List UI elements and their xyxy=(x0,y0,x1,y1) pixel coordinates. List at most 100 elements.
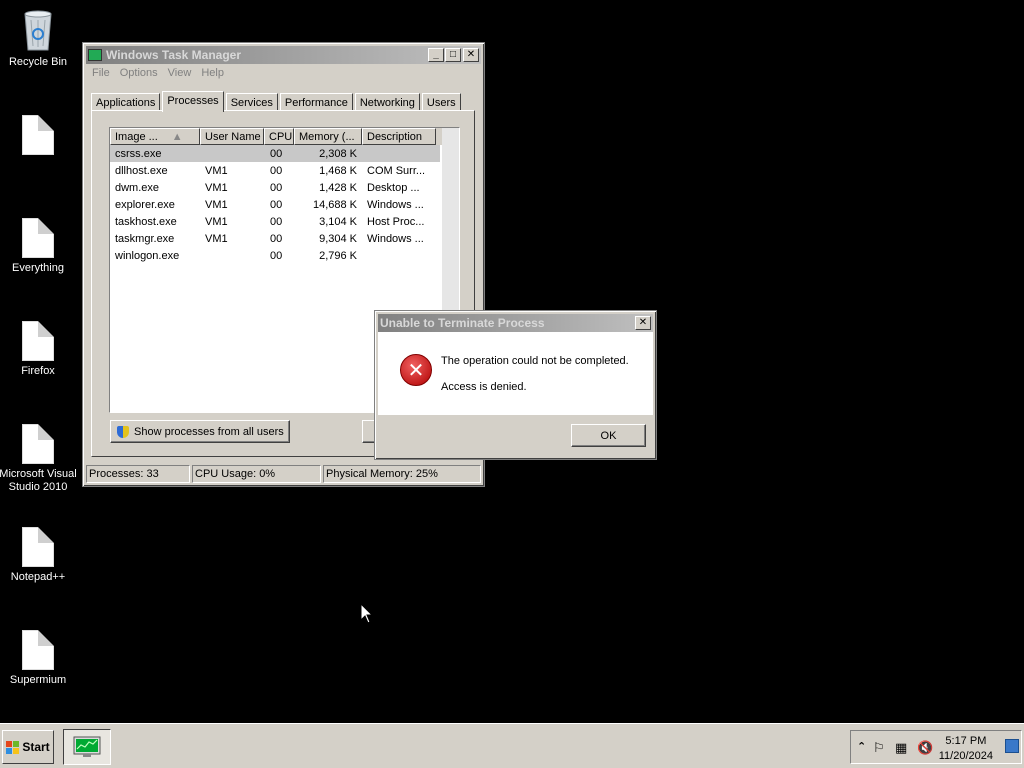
process-cpu: 00 xyxy=(270,249,283,262)
process-cpu: 00 xyxy=(270,181,283,194)
process-rows: csrss.exe 00 2,308 K dllhost.exe VM1 00 1,468 … xyxy=(110,145,459,264)
process-memory: 2,308 K xyxy=(319,147,357,160)
process-user-name: VM1 xyxy=(205,198,228,211)
desktop-icon-unnamed[interactable] xyxy=(0,115,78,159)
tab-networking[interactable]: Networking xyxy=(354,93,420,111)
network-icon[interactable]: ▦ xyxy=(895,740,907,756)
desktop-icon-supermium[interactable]: Supermium xyxy=(0,630,78,687)
minimize-icon: _ xyxy=(433,49,439,60)
taskbar: Start ⌃ ⚐ ▦ 🔇 5:17 PM 11/20/2024 xyxy=(0,723,1024,768)
clock[interactable]: 5:17 PM 11/20/2024 xyxy=(939,734,993,764)
close-icon: ✕ xyxy=(638,317,648,328)
process-memory: 1,468 K xyxy=(319,164,357,177)
process-description: Desktop ... xyxy=(367,181,420,194)
document-icon xyxy=(22,424,54,464)
desktop-icon-label: Recycle Bin xyxy=(8,56,68,68)
process-image-name: taskhost.exe xyxy=(115,215,177,228)
show-desktop-icon[interactable] xyxy=(1005,739,1019,753)
status-bar: Processes: 33 CPU Usage: 0% Physical Mem… xyxy=(86,465,481,483)
menu-view[interactable]: View xyxy=(163,66,197,80)
maximize-button[interactable]: □ xyxy=(445,48,461,62)
start-button[interactable]: Start xyxy=(2,730,54,764)
process-list-header: Image ... ▲ User Name CPU Memory (... Des… xyxy=(110,128,459,145)
process-user-name: VM1 xyxy=(205,232,228,245)
process-memory: 1,428 K xyxy=(319,181,357,194)
process-image-name: explorer.exe xyxy=(115,198,175,211)
desktop-icon-notepad-plus-plus[interactable]: Notepad++ xyxy=(0,527,78,584)
process-description: Windows ... xyxy=(367,198,424,211)
desktop-icon-label: Firefox xyxy=(21,365,55,377)
menu-options[interactable]: Options xyxy=(115,66,163,80)
mouse-cursor-icon xyxy=(360,603,374,624)
process-image-name: dllhost.exe xyxy=(115,164,168,177)
desktop-icon-label: Everything xyxy=(12,262,64,274)
column-description[interactable]: Description xyxy=(362,128,436,145)
process-cpu: 00 xyxy=(270,147,283,160)
task-manager-icon xyxy=(73,736,101,757)
process-cpu: 00 xyxy=(270,215,283,228)
action-center-flag-icon[interactable]: ⚐ xyxy=(873,740,885,756)
process-memory: 9,304 K xyxy=(319,232,357,245)
ok-button[interactable]: OK xyxy=(571,424,646,447)
dialog-close-button[interactable]: ✕ xyxy=(635,316,651,330)
close-icon: ✕ xyxy=(466,49,476,60)
process-row[interactable]: dwm.exe VM1 00 1,428 K Desktop ... xyxy=(110,179,459,196)
desktop-icon-firefox[interactable]: Firefox xyxy=(0,321,78,378)
system-tray: ⌃ ⚐ ▦ 🔇 5:17 PM 11/20/2024 xyxy=(850,730,1022,764)
process-row[interactable]: taskhost.exe VM1 00 3,104 K Host Proc... xyxy=(110,213,459,230)
process-row[interactable]: winlogon.exe 00 2,796 K xyxy=(110,247,459,264)
process-row[interactable]: dllhost.exe VM1 00 1,468 K COM Surr... xyxy=(110,162,459,179)
process-cpu: 00 xyxy=(270,232,283,245)
column-image-name[interactable]: Image ... ▲ xyxy=(110,128,200,145)
tab-services[interactable]: Services xyxy=(225,93,278,111)
process-description: Windows ... xyxy=(367,232,424,245)
process-image-name: taskmgr.exe xyxy=(115,232,175,245)
menu-bar: File Options View Help xyxy=(83,64,484,82)
volume-muted-icon[interactable]: 🔇 xyxy=(917,740,933,756)
windows-logo-icon xyxy=(6,740,20,754)
process-description: Host Proc... xyxy=(367,215,425,228)
tab-users[interactable]: Users xyxy=(421,93,461,111)
document-icon xyxy=(22,527,54,567)
minimize-button[interactable]: _ xyxy=(428,48,444,62)
process-image-name: csrss.exe xyxy=(115,147,162,160)
task-manager-icon xyxy=(88,49,102,61)
error-dialog: Unable to Terminate Process ✕ ✕ The oper… xyxy=(374,310,657,460)
dialog-body: ✕ The operation could not be completed. … xyxy=(378,332,653,415)
status-processes: Processes: 33 xyxy=(86,465,190,483)
error-detail: Access is denied. xyxy=(441,381,527,393)
window-title: Windows Task Manager xyxy=(106,48,242,62)
process-row[interactable]: taskmgr.exe VM1 00 9,304 K Windows ... xyxy=(110,230,459,247)
close-button[interactable]: ✕ xyxy=(463,48,479,62)
column-user-name[interactable]: User Name xyxy=(200,128,264,145)
menu-help[interactable]: Help xyxy=(196,66,229,80)
dialog-title: Unable to Terminate Process xyxy=(380,316,545,330)
document-icon xyxy=(22,630,54,670)
process-user-name: VM1 xyxy=(205,181,228,194)
taskbar-item-task-manager[interactable] xyxy=(63,729,111,765)
desktop-icon-visual-studio[interactable]: Microsoft Visual Studio 2010 xyxy=(0,424,78,494)
tab-applications[interactable]: Applications xyxy=(91,93,161,111)
process-user-name: VM1 xyxy=(205,215,228,228)
title-bar[interactable]: Windows Task Manager _ □ ✕ xyxy=(86,46,481,64)
process-row[interactable]: csrss.exe 00 2,308 K xyxy=(110,145,440,162)
process-cpu: 00 xyxy=(270,164,283,177)
clock-time: 5:17 PM xyxy=(945,735,987,747)
desktop-icon-label: Microsoft Visual Studio 2010 xyxy=(0,468,77,493)
column-memory[interactable]: Memory (... xyxy=(294,128,362,145)
tab-processes[interactable]: Processes xyxy=(162,91,224,112)
column-cpu[interactable]: CPU xyxy=(264,128,294,145)
show-hidden-icons-icon[interactable]: ⌃ xyxy=(857,740,866,753)
show-all-processes-button[interactable]: Show processes from all users xyxy=(110,420,290,443)
process-row[interactable]: explorer.exe VM1 00 14,688 K Windows ... xyxy=(110,196,459,213)
menu-file[interactable]: File xyxy=(87,66,115,80)
tab-performance[interactable]: Performance xyxy=(279,93,353,111)
process-image-name: dwm.exe xyxy=(115,181,160,194)
process-description: COM Surr... xyxy=(367,164,426,177)
desktop-icon-recycle-bin[interactable]: Recycle Bin xyxy=(0,8,78,69)
process-user-name: VM1 xyxy=(205,164,228,177)
desktop-icon-everything[interactable]: Everything xyxy=(0,218,78,275)
process-image-name: winlogon.exe xyxy=(115,249,180,262)
desktop-icon-label: Supermium xyxy=(9,674,67,686)
dialog-title-bar[interactable]: Unable to Terminate Process ✕ xyxy=(378,314,653,332)
